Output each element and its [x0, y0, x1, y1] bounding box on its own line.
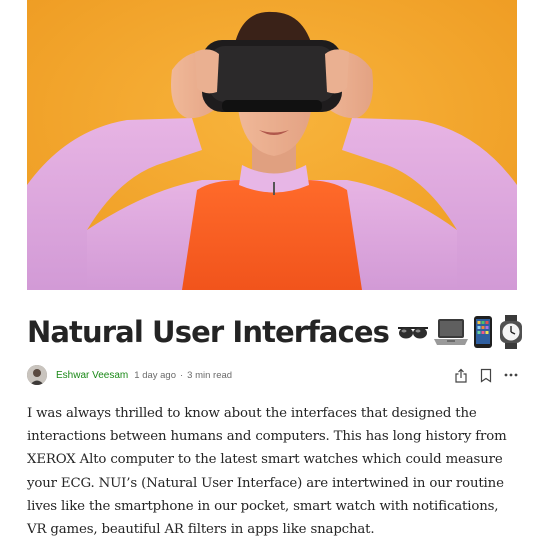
vr-headset-photo: [27, 0, 517, 290]
more-icon[interactable]: [503, 367, 519, 383]
bookmark-icon[interactable]: [478, 367, 494, 383]
mobile-phone-icon: [473, 315, 493, 349]
post-meta: 1 day ago · 3 min read: [134, 370, 232, 381]
glasses-icon: [397, 324, 429, 340]
hero-image: [27, 0, 517, 290]
body-paragraph: I was always thrilled to know about the …: [27, 406, 507, 538]
article-title: Natural User Interfaces: [27, 315, 390, 349]
title-emojis: [397, 315, 524, 349]
author-name[interactable]: Eshwar Veesam: [56, 370, 128, 381]
byline: Eshwar Veesam 1 day ago · 3 min read: [27, 363, 519, 387]
share-icon[interactable]: [453, 367, 469, 383]
published-time: 1 day ago: [134, 369, 176, 381]
read-time: 3 min read: [187, 369, 233, 381]
meta-separator: ·: [180, 369, 184, 381]
article-body: I was always thrilled to know about the …: [27, 402, 519, 541]
watch-icon: [498, 315, 524, 349]
title-row: Natural User Interfaces: [27, 308, 523, 356]
article-actions: [453, 367, 519, 383]
laptop-icon: [434, 317, 469, 347]
author-avatar[interactable]: [27, 365, 47, 385]
